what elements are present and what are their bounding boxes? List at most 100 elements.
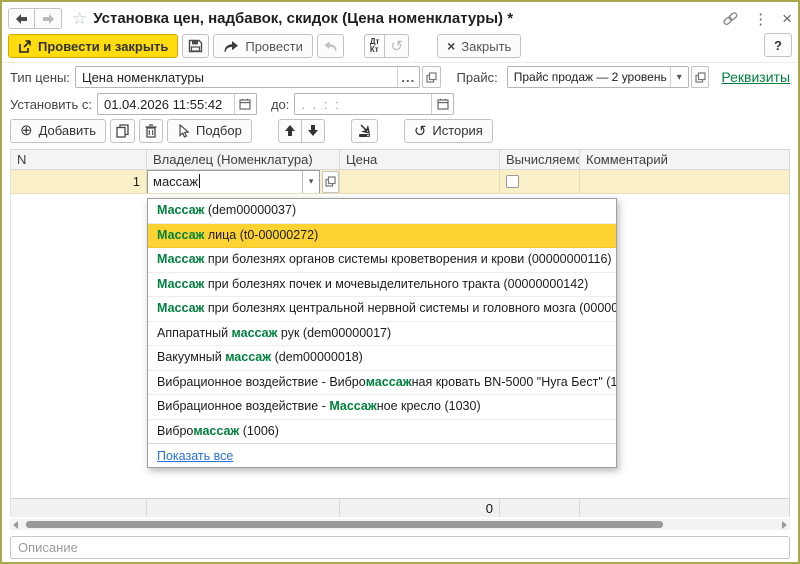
dropdown-item[interactable]: Массаж при болезнях центральной нервной … xyxy=(148,297,616,322)
price-type-value: Цена номенклатуры xyxy=(76,70,397,85)
post-and-close-icon xyxy=(18,40,32,53)
pick-button[interactable]: Подбор xyxy=(167,119,252,143)
set-from-value: 01.04.2026 11:55:42 xyxy=(98,97,234,112)
dropdown-item[interactable]: Вибрационное воздействие - Массажное кре… xyxy=(148,395,616,420)
dropdown-item[interactable]: Вибромассаж (1006) xyxy=(148,420,616,445)
set-from-label: Установить с: xyxy=(10,97,92,112)
save-icon xyxy=(188,39,203,53)
arrow-down-icon xyxy=(307,124,319,137)
to-field[interactable]: . . : : xyxy=(294,93,454,115)
post-and-close-button[interactable]: Провести и закрыть xyxy=(8,34,178,58)
dropdown-item[interactable]: Массаж при болезнях почек и мочевыделите… xyxy=(148,273,616,298)
forward-arrow-icon xyxy=(41,13,56,25)
add-label: Добавить xyxy=(39,123,96,138)
price-label: Прайс: xyxy=(457,70,498,85)
totals-n-cell xyxy=(11,499,147,517)
price-combo-value: Прайс продаж — 2 уровень (RUB) xyxy=(508,70,670,84)
nav-buttons xyxy=(8,8,62,29)
add-row-button[interactable]: ⊕ Добавить xyxy=(10,119,106,143)
price-combo[interactable]: Прайс продаж — 2 уровень (RUB) ▾ xyxy=(507,66,689,88)
calendar-icon[interactable] xyxy=(234,94,256,114)
back-arrow-icon xyxy=(14,13,29,25)
dtkt-button[interactable]: ДтКт xyxy=(364,34,386,58)
move-up-button[interactable] xyxy=(278,119,302,143)
owner-dropdown-arrow-icon[interactable]: ▾ xyxy=(302,171,319,193)
close-label: Закрыть xyxy=(461,39,511,54)
dropdown-item[interactable]: Аппаратный массаж рук (dem00000017) xyxy=(148,322,616,347)
back-button[interactable] xyxy=(8,8,35,29)
close-x-icon: × xyxy=(447,38,455,54)
show-all-link[interactable]: Показать все xyxy=(157,449,233,463)
history-label: История xyxy=(432,123,482,138)
help-button[interactable]: ? xyxy=(764,33,792,57)
move-down-button[interactable] xyxy=(302,119,325,143)
owner-cell[interactable]: массаж ▾ xyxy=(147,170,340,193)
grid-header: N Владелец (Номенклатура) Цена Вычисляем… xyxy=(11,149,789,170)
price-cell[interactable] xyxy=(340,170,500,193)
more-menu-icon[interactable]: ⋮ xyxy=(753,10,768,28)
movement-history-button[interactable]: ↺ xyxy=(385,34,409,58)
column-header-owner[interactable]: Владелец (Номенклатура) xyxy=(147,150,340,169)
undo-icon xyxy=(323,40,338,53)
description-field xyxy=(10,536,790,559)
copy-row-button[interactable] xyxy=(110,119,135,143)
dropdown-item[interactable]: Вибрационное воздействие - Вибромассажна… xyxy=(148,371,616,396)
get-link-icon[interactable] xyxy=(722,11,739,26)
price-type-label: Тип цены: xyxy=(10,70,70,85)
save-button[interactable] xyxy=(182,34,209,58)
dropdown-item[interactable]: Массаж (dem00000037) xyxy=(148,199,616,224)
load-button[interactable] xyxy=(351,119,378,143)
scrollbar-thumb[interactable] xyxy=(26,521,663,528)
owner-suggestions-dropdown: Массаж (dem00000037)Массаж лица (t0-0000… xyxy=(147,198,617,468)
forward-button[interactable] xyxy=(35,8,62,29)
totals-comment-cell xyxy=(580,499,789,517)
post-button[interactable]: Провести xyxy=(213,34,313,58)
computed-checkbox[interactable] xyxy=(506,175,519,188)
open-owner-button[interactable] xyxy=(322,171,339,193)
computed-cell[interactable] xyxy=(500,170,580,193)
command-bar: Провести и закрыть Провести ДтКт ↺ × xyxy=(8,33,792,59)
to-value: . . : : xyxy=(295,97,431,112)
totals-price-cell: 0 xyxy=(340,499,500,517)
dtkt-icon: ДтКт xyxy=(370,38,380,54)
close-window-icon[interactable]: × xyxy=(782,10,792,27)
price-setting-window: ☆ Установка цен, надбавок, скидок (Цена … xyxy=(0,0,800,564)
open-icon xyxy=(325,176,336,187)
dropdown-item[interactable]: Массаж при болезнях органов системы кров… xyxy=(148,248,616,273)
open-price-type-button[interactable] xyxy=(422,66,441,88)
column-header-computed[interactable]: Вычисляемое xyxy=(500,150,580,169)
price-combo-arrow-icon[interactable]: ▾ xyxy=(670,67,688,87)
scroll-right-icon[interactable] xyxy=(782,521,787,529)
add-icon: ⊕ xyxy=(20,123,33,138)
pointer-icon xyxy=(177,124,190,138)
close-form-button[interactable]: × Закрыть xyxy=(437,34,521,58)
scroll-left-icon[interactable] xyxy=(13,521,18,529)
post-label: Провести xyxy=(245,39,303,54)
price-type-field[interactable]: Цена номенклатуры ... xyxy=(75,66,420,88)
favorite-star-icon[interactable]: ☆ xyxy=(72,9,87,29)
delete-row-button[interactable] xyxy=(139,119,163,143)
description-input[interactable] xyxy=(10,536,790,559)
requisites-link[interactable]: Реквизиты xyxy=(721,69,790,85)
totals-owner-cell xyxy=(147,499,340,517)
dropdown-list: Массаж (dem00000037)Массаж лица (t0-0000… xyxy=(148,199,616,444)
owner-input[interactable]: массаж xyxy=(148,174,302,189)
column-header-comment[interactable]: Комментарий xyxy=(580,150,789,169)
set-from-field[interactable]: 01.04.2026 11:55:42 xyxy=(97,93,257,115)
open-icon xyxy=(695,72,706,83)
dropdown-item[interactable]: Вакуумный массаж (dem00000018) xyxy=(148,346,616,371)
comment-cell[interactable] xyxy=(580,170,789,193)
horizontal-scrollbar[interactable] xyxy=(10,519,790,530)
arrow-up-icon xyxy=(284,124,296,137)
column-header-n[interactable]: N xyxy=(11,150,147,169)
history-button[interactable]: ↺ История xyxy=(404,119,493,143)
table-row[interactable]: 1 массаж ▾ xyxy=(11,170,789,194)
dropdown-item[interactable]: Массаж лица (t0-00000272) xyxy=(148,224,616,249)
pick-label: Подбор xyxy=(196,123,242,138)
calendar-icon[interactable] xyxy=(431,94,453,114)
choose-button[interactable]: ... xyxy=(397,67,419,87)
open-price-button[interactable] xyxy=(691,66,710,88)
undo-button[interactable] xyxy=(317,34,344,58)
column-header-price[interactable]: Цена xyxy=(340,150,500,169)
owner-editor[interactable]: массаж ▾ xyxy=(147,170,320,193)
